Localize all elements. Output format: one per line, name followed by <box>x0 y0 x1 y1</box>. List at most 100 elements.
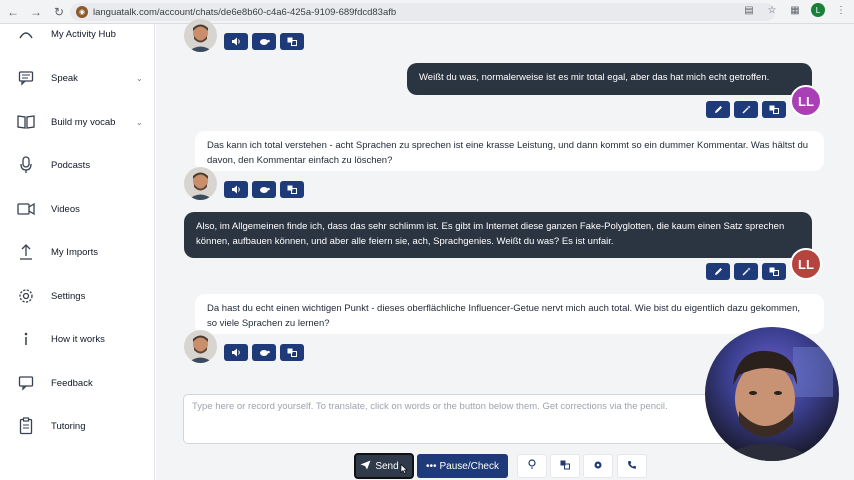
user-message: Also, im Allgemeinen finde ich, dass das… <box>184 212 812 258</box>
translate-button[interactable] <box>280 33 304 50</box>
sidebar-item-feedback[interactable]: Feedback <box>0 368 155 398</box>
edit-button[interactable] <box>706 101 730 118</box>
user-avatar: LL <box>790 85 822 117</box>
input-placeholder: Type here or record yourself. To transla… <box>192 401 668 412</box>
translate-button[interactable] <box>280 344 304 361</box>
send-button[interactable]: Send <box>354 453 414 479</box>
translate-icon[interactable]: ▤ <box>742 3 756 17</box>
translate-icon <box>769 101 779 119</box>
sidebar-item-label: Feedback <box>51 377 93 389</box>
pause-label: Pause/Check <box>439 460 499 472</box>
webcam-overlay <box>705 327 839 461</box>
chevron-down-icon[interactable]: ⌄ <box>136 118 143 127</box>
correct-button[interactable] <box>734 101 758 118</box>
cursor-icon <box>400 463 408 477</box>
sidebar-item-label: Podcasts <box>51 159 91 171</box>
sidebar-item-my-imports[interactable]: My Imports <box>0 237 155 267</box>
correct-button[interactable] <box>734 263 758 280</box>
sidebar-item-build-vocab[interactable]: Build my vocab ⌄ <box>0 107 155 137</box>
info-icon <box>16 329 36 349</box>
chevron-down-icon[interactable]: ⌄ <box>136 74 143 83</box>
edit-button[interactable] <box>706 263 730 280</box>
sidebar-item-activity-hub[interactable]: My Activity Hub <box>0 19 155 49</box>
chat-area: Weißt du was, normalerweise ist es mir t… <box>156 19 854 480</box>
dashboard-icon <box>16 24 36 44</box>
slow-audio-button[interactable] <box>252 33 276 50</box>
sidebar-item-label: Tutoring <box>51 420 86 432</box>
message-text: Da hast du echt einen wichtigen Punkt - … <box>207 303 801 329</box>
translate-icon <box>769 263 779 281</box>
pencil-icon <box>714 101 723 119</box>
sidebar-item-videos[interactable]: Videos <box>0 194 155 224</box>
sidebar-item-label: My Imports <box>51 246 98 258</box>
magic-wand-icon <box>742 263 751 281</box>
clipboard-icon <box>16 416 36 436</box>
play-audio-button[interactable] <box>224 344 248 361</box>
sidebar-item-settings[interactable]: Settings <box>0 281 155 311</box>
turtle-icon <box>259 33 270 51</box>
message-text: Weißt du was, normalerweise ist es mir t… <box>419 72 770 83</box>
profile-avatar[interactable]: L <box>811 3 825 17</box>
gear-icon <box>593 457 603 475</box>
play-audio-button[interactable] <box>224 181 248 198</box>
call-button[interactable] <box>617 454 647 478</box>
play-audio-button[interactable] <box>224 33 248 50</box>
translate-icon <box>560 457 570 475</box>
turtle-icon <box>259 344 270 362</box>
message-text: Also, im Allgemeinen finde ich, dass das… <box>196 221 785 247</box>
sidebar: My Activity Hub Speak ⌄ Build my vocab ⌄… <box>0 24 155 480</box>
lightbulb-icon <box>528 457 536 475</box>
site-favicon-icon: ◉ <box>76 6 88 18</box>
slow-audio-button[interactable] <box>252 181 276 198</box>
translate-tool-button[interactable] <box>550 454 580 478</box>
url-text: languatalk.com/account/chats/de6e8b60-c4… <box>93 6 397 18</box>
send-icon <box>360 460 371 473</box>
book-icon <box>16 112 36 132</box>
translate-button[interactable] <box>762 263 786 280</box>
sidebar-item-speak[interactable]: Speak ⌄ <box>0 63 155 93</box>
translate-icon <box>287 33 297 51</box>
sidebar-item-label: Build my vocab <box>51 116 116 128</box>
user-message: Weißt du was, normalerweise ist es mir t… <box>407 63 812 95</box>
extensions-icon[interactable]: ▦ <box>788 3 802 17</box>
sidebar-item-label: Speak <box>51 72 78 84</box>
chat-icon <box>16 68 36 88</box>
chat-settings-button[interactable] <box>583 454 613 478</box>
webcam-person-image <box>715 347 833 461</box>
speaker-icon <box>231 344 241 362</box>
translate-button[interactable] <box>280 181 304 198</box>
bookmark-star-icon[interactable]: ☆ <box>765 3 779 17</box>
sidebar-item-tutoring[interactable]: Tutoring <box>0 411 155 441</box>
translate-button[interactable] <box>762 101 786 118</box>
user-avatar: LL <box>790 248 822 280</box>
gear-icon <box>16 286 36 306</box>
dots-icon: ••• <box>426 460 437 472</box>
speaker-icon <box>231 181 241 199</box>
hint-button[interactable] <box>517 454 547 478</box>
microphone-icon <box>16 155 36 175</box>
tutor-message: Da hast du echt einen wichtigen Punkt - … <box>195 294 824 334</box>
message-input[interactable]: Type here or record yourself. To transla… <box>183 394 728 444</box>
tutor-avatar <box>184 167 217 200</box>
address-bar[interactable]: ◉ languatalk.com/account/chats/de6e8b60-… <box>70 3 775 21</box>
video-icon <box>16 199 36 219</box>
magic-wand-icon <box>742 101 751 119</box>
more-menu-icon[interactable]: ⋮ <box>834 3 848 17</box>
translate-icon <box>287 344 297 362</box>
sidebar-item-podcasts[interactable]: Podcasts <box>0 150 155 180</box>
feedback-icon <box>16 373 36 393</box>
speaker-icon <box>231 33 241 51</box>
pause-check-button[interactable]: ••• Pause/Check <box>417 454 508 478</box>
send-label: Send <box>375 460 399 472</box>
tutor-avatar <box>184 19 217 52</box>
sidebar-item-label: My Activity Hub <box>51 28 116 40</box>
tutor-avatar <box>184 330 217 363</box>
sidebar-item-how-it-works[interactable]: How it works <box>0 324 155 354</box>
pencil-icon <box>714 263 723 281</box>
slow-audio-button[interactable] <box>252 344 276 361</box>
phone-icon <box>627 457 637 475</box>
sidebar-item-label: Settings <box>51 290 86 302</box>
message-text: Das kann ich total verstehen - acht Spra… <box>207 140 809 166</box>
upload-icon <box>16 242 36 262</box>
turtle-icon <box>259 181 270 199</box>
